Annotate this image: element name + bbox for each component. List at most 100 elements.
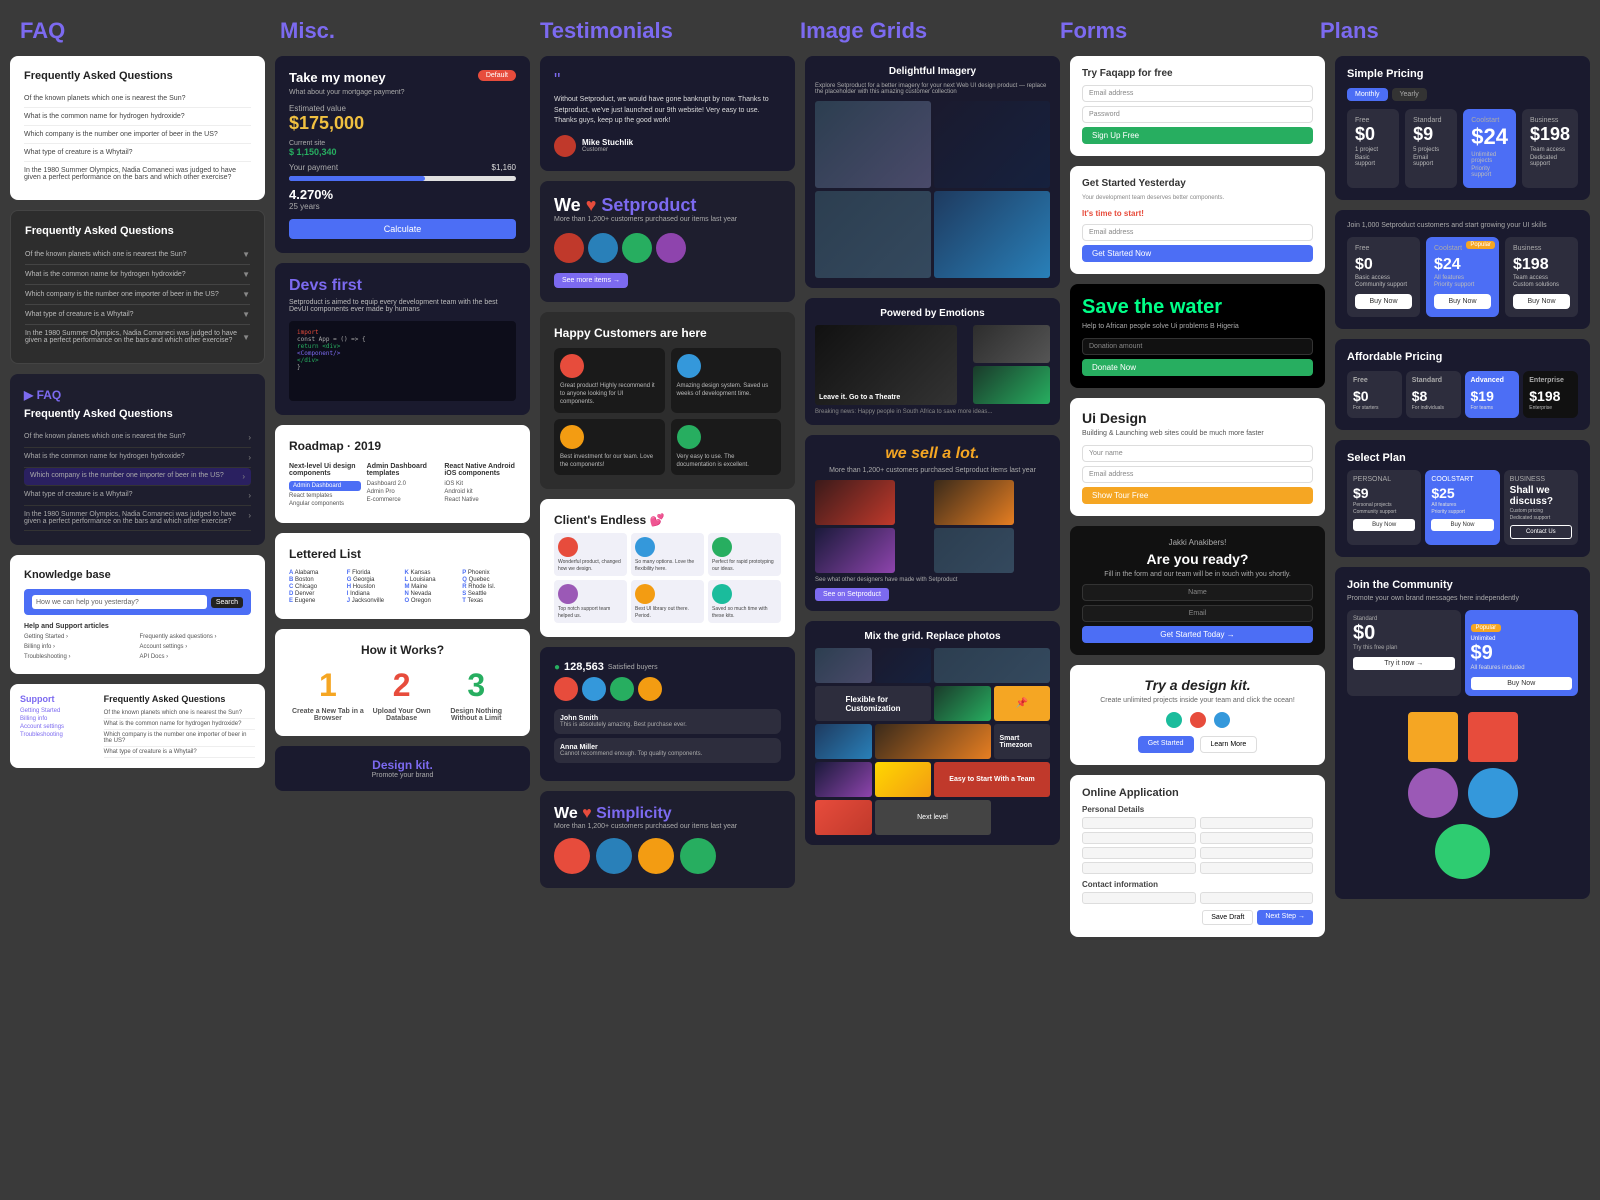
search-input[interactable]: How we can help you yesterday?	[32, 595, 207, 609]
email-field[interactable]: Email address	[1082, 85, 1313, 102]
plan-standard-label: Standard	[1413, 117, 1449, 124]
show-tour-button[interactable]: Show Tour Free	[1082, 487, 1313, 504]
faq-q4[interactable]: What type of creature is a Whytail?	[24, 144, 251, 162]
buy-now-button[interactable]: Buy Now	[1513, 294, 1570, 309]
support-link[interactable]: Account settings	[20, 724, 96, 730]
faq-blue-q5[interactable]: In the 1980 Summer Olympics, Nadia Coman…	[24, 506, 251, 531]
yearly-tab[interactable]: Yearly	[1392, 88, 1427, 101]
simplicity-avatar	[554, 838, 590, 874]
select-plan-title: Select Plan	[1347, 452, 1578, 464]
emotions-grid: Leave it. Go to a Theatre	[815, 325, 1050, 405]
name-field[interactable]: Name	[1082, 584, 1313, 601]
buy-now-button[interactable]: Buy Now	[1434, 294, 1491, 309]
faq-q3[interactable]: Which company is the number one importer…	[24, 126, 251, 144]
calculate-button[interactable]: Calculate	[289, 219, 516, 239]
shape-green	[1435, 824, 1490, 879]
how-it-works-title: How it Works?	[289, 643, 516, 657]
support-link[interactable]: Troubleshooting	[20, 732, 96, 738]
mix-title: Mix the grid. Replace photos	[815, 631, 1050, 642]
employment-field[interactable]	[1200, 862, 1314, 874]
city-field[interactable]	[1200, 832, 1314, 844]
last-name-field[interactable]	[1200, 817, 1314, 829]
select-personal: PERSONAL $9 Personal projects Community …	[1347, 470, 1421, 545]
emotions-title: Powered by Emotions	[815, 308, 1050, 319]
email-field[interactable]: Email address	[1082, 224, 1313, 241]
image-placeholder	[815, 101, 931, 188]
simple-pricing-title: Simple Pricing	[1347, 68, 1578, 80]
learn-more-button[interactable]: Learn More	[1200, 736, 1258, 753]
buy-now-button[interactable]: Buy Now	[1431, 519, 1493, 531]
password-field[interactable]: Password	[1082, 106, 1313, 123]
community-sub: Promote your own brand messages here ind…	[1347, 595, 1578, 602]
support-link[interactable]: Getting Started	[20, 708, 96, 714]
donate-button[interactable]: Donate Now	[1082, 359, 1313, 376]
see-more-button[interactable]: See more items →	[554, 273, 628, 288]
social-icon-blue[interactable]	[1214, 712, 1230, 728]
dob-field[interactable]	[1082, 847, 1196, 859]
join-coolstart: Popular Coolstart $24 All features Prior…	[1426, 237, 1499, 317]
emotions-main: Leave it. Go to a Theatre	[815, 325, 970, 405]
plan-feature: Team access	[1530, 147, 1570, 153]
faq-q5[interactable]: In the 1980 Summer Olympics, Nadia Coman…	[24, 162, 251, 186]
address-field[interactable]	[1082, 832, 1196, 844]
roadmap-item: React templates	[289, 493, 361, 499]
breaking-news: Breaking news: Happy people in South Afr…	[815, 409, 1050, 415]
start-button[interactable]: Get Started Now	[1082, 245, 1313, 262]
faq-q1[interactable]: Of the known planets which one is neares…	[24, 90, 251, 108]
letter-item: A Alabama	[289, 570, 343, 576]
social-icon-teal[interactable]	[1166, 712, 1182, 728]
faq-dark-q4[interactable]: What type of creature is a Whytail? ▼	[25, 305, 250, 325]
are-ready-title: Are you ready?	[1082, 551, 1313, 567]
faq-dark-q3[interactable]: Which company is the number one importer…	[25, 285, 250, 305]
letter-grid: A Alabama B Boston C Chicago D Denver E …	[289, 569, 516, 605]
code-block: import const App = () => { return <div> …	[289, 321, 516, 401]
afford-free-name: Free	[1353, 377, 1396, 384]
comm-feature: Try this free plan	[1353, 645, 1455, 651]
social-icon-coral[interactable]	[1190, 712, 1206, 728]
try-now-button[interactable]: Try it now →	[1353, 657, 1455, 670]
faq-blue-q4[interactable]: What type of creature is a Whytail? ›	[24, 486, 251, 506]
submit-button[interactable]: Get Started Today →	[1082, 626, 1313, 643]
setproduct-button[interactable]: See on Setproduct	[815, 588, 889, 601]
mix-cell	[875, 724, 991, 759]
get-started-button[interactable]: Get Started	[1138, 736, 1194, 753]
email-contact-field[interactable]	[1200, 892, 1314, 904]
faq-blue-q1[interactable]: Of the known planets which one is neares…	[24, 428, 251, 448]
contact-button[interactable]: Contact Us	[1510, 525, 1572, 539]
email-field[interactable]: Email address	[1082, 466, 1313, 483]
faq-blue-q2[interactable]: What is the common name for hydrogen hyd…	[24, 448, 251, 468]
monthly-tab[interactable]: Monthly	[1347, 88, 1388, 101]
faq-dark-q2[interactable]: What is the common name for hydrogen hyd…	[25, 265, 250, 285]
save-button[interactable]: Save Draft	[1202, 910, 1253, 925]
faq-dark-q1[interactable]: Of the known planets which one is neares…	[25, 245, 250, 265]
buy-now-button[interactable]: Buy Now	[1353, 519, 1415, 531]
email-field[interactable]: Email	[1082, 605, 1313, 622]
marital-field[interactable]	[1082, 862, 1196, 874]
buy-now-button[interactable]: Buy Now	[1471, 677, 1573, 690]
mix-grid-card: Mix the grid. Replace photos Flexible fo…	[805, 621, 1060, 845]
col-header-image-grids: Image Grids	[800, 18, 1060, 44]
step2-label: Upload Your Own Database	[367, 708, 437, 722]
letter-col: A Alabama B Boston C Chicago D Denver E …	[289, 569, 343, 605]
support-link[interactable]: Billing info	[20, 716, 96, 722]
its-time-label: It's time to start!	[1082, 209, 1313, 218]
faq-q2[interactable]: What is the common name for hydrogen hyd…	[24, 108, 251, 126]
donation-field[interactable]: Donation amount	[1082, 338, 1313, 355]
phone-field[interactable]	[1082, 892, 1196, 904]
buy-now-button[interactable]: Buy Now	[1355, 294, 1412, 309]
plan-feature: Basic support	[1355, 155, 1391, 167]
plan-feature: 5 projects	[1413, 147, 1449, 153]
faq-blue-q3[interactable]: Which company is the number one importer…	[24, 468, 251, 486]
faq-dark-q5[interactable]: In the 1980 Summer Olympics, Nadia Coman…	[25, 325, 250, 349]
name-field[interactable]: Your name	[1082, 445, 1313, 462]
afford-feature: For starters	[1353, 405, 1396, 411]
next-button[interactable]: Next Step →	[1257, 910, 1313, 925]
pricing-tabs: Monthly Yearly	[1347, 88, 1578, 101]
buyer-text: Cannot recommend enough. Top quality com…	[560, 751, 775, 757]
ui-design-sub: Building & Launching web sites could be …	[1082, 430, 1313, 437]
simplicity-avatars	[554, 838, 781, 874]
first-name-field[interactable]	[1082, 817, 1196, 829]
gender-field[interactable]	[1200, 847, 1314, 859]
search-button[interactable]: Search	[211, 597, 243, 608]
signup-button[interactable]: Sign Up Free	[1082, 127, 1313, 144]
